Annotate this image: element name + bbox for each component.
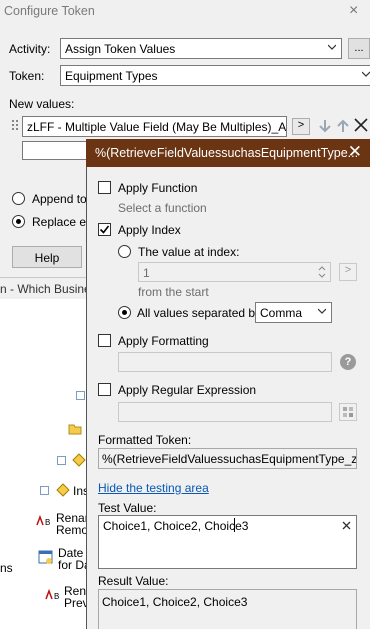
calendar-icon xyxy=(38,550,53,564)
tree-header: n - Which Busines xyxy=(0,282,97,296)
regex-input[interactable] xyxy=(118,402,332,422)
result-value-text: Choice1, Choice2, Choice3 xyxy=(102,595,248,609)
separator-select[interactable]: Comma xyxy=(255,302,332,323)
apply-regex-label: Apply Regular Expression xyxy=(118,383,257,397)
regex-builder-button[interactable] xyxy=(339,403,357,421)
token-combobox[interactable]: Equipment Types xyxy=(60,65,370,86)
apply-formatting-checkbox[interactable] xyxy=(98,334,111,347)
svg-text:B: B xyxy=(54,592,59,601)
help-icon[interactable]: ? xyxy=(340,354,356,370)
test-value-label: Test Value: xyxy=(98,501,157,515)
second-value-input[interactable] xyxy=(22,141,88,160)
from-start-label: from the start xyxy=(138,285,209,299)
apply-formatting-label: Apply Formatting xyxy=(118,334,209,348)
tree-item-label[interactable]: Prev xyxy=(64,596,89,610)
rename-icon: B xyxy=(45,589,59,601)
rename-icon: B xyxy=(36,515,50,527)
token-value: Equipment Types xyxy=(65,69,158,83)
replace-label: Replace ex xyxy=(32,215,93,229)
regex-icon xyxy=(343,407,353,417)
apply-index-label: Apply Index xyxy=(118,223,181,237)
hide-testing-link[interactable]: Hide the testing area xyxy=(98,481,209,495)
dialog-title-bar: %(RetrieveFieldValuessuchasEquipmentType… xyxy=(86,139,370,167)
dialog-close-button[interactable]: ✕ xyxy=(348,142,362,162)
drag-handle-icon[interactable] xyxy=(11,119,19,133)
index-insert-button[interactable]: > xyxy=(339,263,357,281)
result-value-label: Result Value: xyxy=(98,574,169,588)
checkmark-icon xyxy=(99,225,110,234)
insert-token-button[interactable]: > xyxy=(292,118,310,135)
formatted-token-label: Formatted Token: xyxy=(98,433,192,447)
delete-icon[interactable] xyxy=(354,118,368,132)
index-stepper[interactable]: 1 xyxy=(138,262,331,282)
activity-combobox[interactable]: Assign Token Values xyxy=(60,38,342,59)
expand-toggle-icon[interactable] xyxy=(76,391,85,400)
formatted-token-field[interactable]: %(RetrieveFieldValuessuchasEquipmentType… xyxy=(98,448,357,469)
collapse-toggle-icon[interactable] xyxy=(40,486,49,495)
svg-text:B: B xyxy=(45,518,50,527)
folder-icon xyxy=(68,424,82,435)
apply-index-checkbox[interactable] xyxy=(98,223,111,236)
result-value-box: Choice1, Choice2, Choice3 xyxy=(98,589,357,629)
new-value-input[interactable]: zLFF - Multiple Value Field (May Be Mult… xyxy=(22,116,287,137)
collapse-toggle-icon[interactable] xyxy=(57,456,66,465)
formatting-input[interactable] xyxy=(118,352,332,372)
text-cursor xyxy=(234,518,235,532)
help-button[interactable]: Help xyxy=(12,246,82,268)
apply-function-checkbox[interactable] xyxy=(98,181,111,194)
stepper-arrows-icon[interactable] xyxy=(317,264,327,280)
clear-icon[interactable] xyxy=(342,521,351,530)
test-value-input[interactable]: Choice1, Choice2, Choice3 xyxy=(98,515,357,569)
value-at-index-radio[interactable] xyxy=(118,245,131,258)
select-function-link[interactable]: Select a function xyxy=(118,201,207,215)
replace-radio[interactable] xyxy=(12,215,25,228)
move-up-icon[interactable] xyxy=(336,118,350,134)
activity-value: Assign Token Values xyxy=(65,42,176,56)
window-title: Configure Token xyxy=(4,4,95,18)
divider xyxy=(0,277,86,278)
browse-activity-button[interactable]: ... xyxy=(348,38,370,59)
chevron-down-icon xyxy=(318,308,326,314)
all-values-radio[interactable] xyxy=(118,306,131,319)
close-button[interactable]: × xyxy=(349,2,358,20)
chevron-down-icon xyxy=(328,44,336,50)
token-label: Token: xyxy=(9,69,45,83)
separator-value: Comma xyxy=(260,306,303,320)
test-value-text: Choice1, Choice2, Choice3 xyxy=(103,519,249,533)
dialog-title: %(RetrieveFieldValuessuchasEquipmentType… xyxy=(95,146,359,160)
all-values-label: All values separated by: xyxy=(137,306,265,320)
decision-icon xyxy=(72,453,86,467)
move-down-icon[interactable] xyxy=(318,118,332,134)
decision-icon xyxy=(56,483,70,497)
tree-item-label: ns xyxy=(0,561,13,575)
activity-label: Activity: xyxy=(9,42,51,56)
apply-regex-checkbox[interactable] xyxy=(98,383,111,396)
chevron-down-icon xyxy=(362,71,370,77)
index-value: 1 xyxy=(143,266,150,280)
apply-function-label: Apply Function xyxy=(118,181,198,195)
append-radio[interactable] xyxy=(12,192,25,205)
value-at-index-label: The value at index: xyxy=(138,245,240,259)
new-values-label: New values: xyxy=(9,97,75,111)
